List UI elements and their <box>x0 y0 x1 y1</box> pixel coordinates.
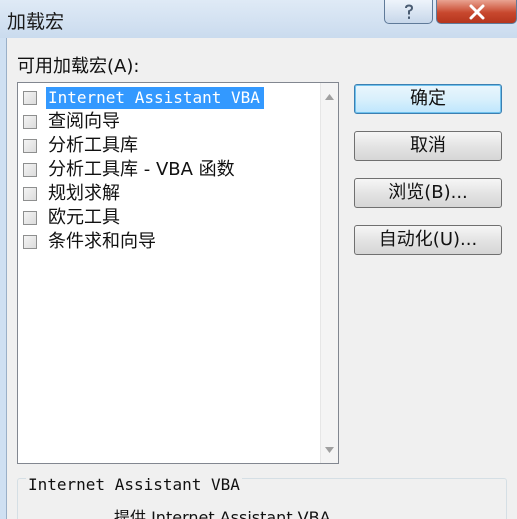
addin-item-analysis-toolpak[interactable]: 分析工具库 <box>21 135 313 159</box>
addin-checkbox[interactable] <box>23 139 37 153</box>
addin-checkbox[interactable] <box>23 187 37 201</box>
scroll-down-icon[interactable] <box>321 441 338 458</box>
title-bar[interactable]: 加载宏 <box>0 0 517 38</box>
addin-checkbox[interactable] <box>23 211 37 225</box>
addin-item-label: 分析工具库 - VBA 函数 <box>48 159 235 180</box>
description-text: 提供 Internet Assistant VBA <box>114 508 331 519</box>
addin-item-label: 查阅向导 <box>48 111 120 132</box>
addin-item-euro-tools[interactable]: 欧元工具 <box>21 207 313 231</box>
addin-item-label: 分析工具库 <box>48 135 138 156</box>
addin-item-internet-assistant-vba[interactable]: Internet Assistant VBA <box>21 87 313 111</box>
addin-item-conditional-sum-wizard[interactable]: 条件求和向导 <box>21 231 313 255</box>
addins-list-label: 可用加载宏(A): <box>17 56 140 77</box>
addin-item-label: 条件求和向导 <box>48 231 156 252</box>
window-title: 加载宏 <box>7 11 65 33</box>
ok-button[interactable]: 确定 <box>354 84 502 114</box>
close-button[interactable] <box>436 0 517 24</box>
cancel-button[interactable]: 取消 <box>354 131 502 161</box>
automation-button[interactable]: 自动化(U)... <box>354 225 502 255</box>
addin-checkbox[interactable] <box>23 163 37 177</box>
dialog-body: 可用加载宏(A): Internet Assistant VBA 查阅向导 分析… <box>6 38 517 519</box>
addins-dialog: 加载宏 可用加载宏(A): Internet Assistant VBA 查阅向… <box>0 0 517 519</box>
addin-item-lookup-wizard[interactable]: 查阅向导 <box>21 111 313 135</box>
help-button[interactable] <box>384 0 433 24</box>
description-group: Internet Assistant VBA 提供 Internet Assis… <box>17 475 507 519</box>
scroll-up-icon[interactable] <box>321 88 338 105</box>
addin-checkbox[interactable] <box>23 91 37 105</box>
addin-checkbox[interactable] <box>23 115 37 129</box>
help-icon <box>404 4 413 19</box>
addin-checkbox[interactable] <box>23 235 37 249</box>
browse-button[interactable]: 浏览(B)... <box>354 178 502 208</box>
addin-item-analysis-toolpak-vba[interactable]: 分析工具库 - VBA 函数 <box>21 159 313 183</box>
description-group-label: Internet Assistant VBA <box>26 475 242 494</box>
addins-listbox[interactable]: Internet Assistant VBA 查阅向导 分析工具库 分析工具库 … <box>17 82 339 464</box>
addin-item-label: Internet Assistant VBA <box>46 87 264 109</box>
addin-item-label: 规划求解 <box>48 183 120 204</box>
close-icon <box>469 4 484 19</box>
addin-item-solver[interactable]: 规划求解 <box>21 183 313 207</box>
addin-item-label: 欧元工具 <box>48 207 120 228</box>
listbox-scrollbar[interactable] <box>320 83 338 463</box>
